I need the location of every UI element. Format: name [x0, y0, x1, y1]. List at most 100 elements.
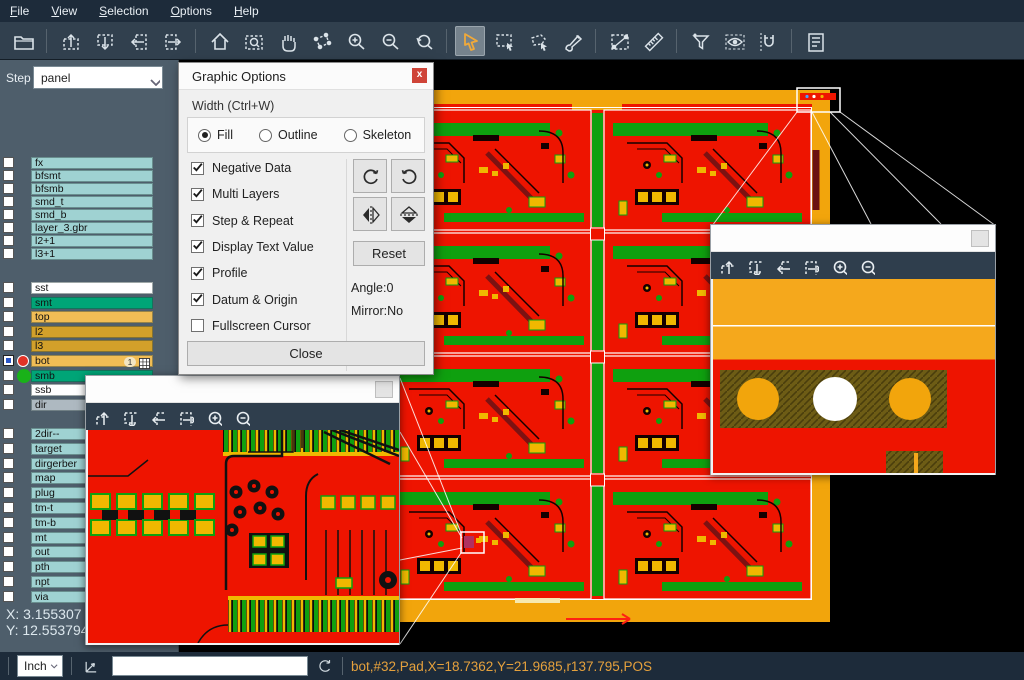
menu-view[interactable]: View — [51, 4, 77, 18]
rectangle-select-button[interactable] — [489, 26, 519, 56]
zoom-in-icon[interactable] — [829, 257, 847, 275]
checkbox-datum-origin[interactable]: Datum & Origin — [191, 291, 297, 309]
shift-view-right-button[interactable] — [157, 26, 187, 56]
layer-color-bar[interactable]: smd_b — [31, 209, 153, 221]
unit-dropdown[interactable]: Inch — [17, 655, 63, 677]
layer-checkbox[interactable] — [3, 311, 14, 322]
layer-row-l3[interactable]: l3 — [0, 340, 178, 352]
checkbox-negative-data[interactable]: Negative Data — [191, 159, 291, 177]
zoom-in-icon[interactable] — [204, 408, 222, 426]
shift-view-down-button[interactable] — [89, 26, 119, 56]
layer-checkbox[interactable] — [3, 399, 14, 410]
layer-checkbox[interactable] — [3, 561, 14, 572]
clean-brush-button[interactable] — [557, 26, 587, 56]
shift-left-icon[interactable] — [773, 257, 791, 275]
layer-color-bar[interactable]: l2 — [31, 326, 153, 338]
layer-checkbox[interactable] — [3, 170, 14, 181]
mirror-vertical-button[interactable] — [391, 197, 425, 231]
layer-color-bar[interactable]: top — [31, 311, 153, 323]
layer-checkbox[interactable] — [3, 370, 14, 381]
window-control-button[interactable] — [971, 230, 989, 247]
layer-row-smt[interactable]: smt — [0, 297, 178, 309]
layer-row-smd_t[interactable]: smd_t — [0, 196, 178, 208]
layer-row-smd_b[interactable]: smd_b — [0, 209, 178, 221]
layer-color-bar[interactable]: bfsmt — [31, 170, 153, 182]
layer-checkbox[interactable] — [3, 487, 14, 498]
layer-color-bar[interactable]: bfsmb — [31, 183, 153, 195]
layer-color-bar[interactable]: smd_t — [31, 196, 153, 208]
layer-color-bar[interactable]: layer_3.gbr — [31, 222, 153, 234]
layer-checkbox[interactable] — [3, 222, 14, 233]
radio-skeleton[interactable]: Skeleton — [344, 128, 412, 142]
checkbox-box[interactable] — [191, 214, 204, 227]
checkbox-multi-layers[interactable]: Multi Layers — [191, 185, 279, 203]
shift-view-up-button[interactable] — [55, 26, 85, 56]
checkbox-box[interactable] — [191, 293, 204, 306]
layer-checkbox[interactable] — [3, 196, 14, 207]
magnifier-window-right[interactable] — [710, 224, 996, 475]
checkbox-box[interactable] — [191, 240, 204, 253]
zoom-out-icon[interactable] — [232, 408, 250, 426]
layer-checkbox[interactable] — [3, 248, 14, 259]
layer-color-bar[interactable]: sst — [31, 282, 153, 294]
layer-row-l3+1[interactable]: l3+1 — [0, 248, 178, 260]
zoom-previous-button[interactable] — [408, 26, 438, 56]
layer-row-top[interactable]: top — [0, 311, 178, 323]
magnifier-title-bar[interactable] — [711, 225, 995, 252]
step-dropdown[interactable]: panel — [33, 66, 163, 89]
polygon-tool-button[interactable] — [306, 26, 336, 56]
view-options-button[interactable] — [719, 26, 749, 56]
checkbox-box[interactable] — [191, 162, 204, 175]
layer-checkbox[interactable] — [3, 591, 14, 602]
rotate-ccw-button[interactable] — [391, 159, 425, 193]
radio-outline[interactable]: Outline — [259, 128, 318, 142]
radio-fill[interactable]: Fill — [198, 128, 233, 142]
layer-checkbox[interactable] — [3, 532, 14, 543]
layer-checkbox[interactable] — [3, 297, 14, 308]
zoom-window-button[interactable] — [238, 26, 268, 56]
menu-options[interactable]: Options — [171, 4, 212, 18]
layer-checkbox[interactable] — [3, 502, 14, 513]
checkbox-step-repeat[interactable]: Step & Repeat — [191, 212, 293, 230]
menu-help[interactable]: Help — [234, 4, 259, 18]
dialog-close-icon[interactable]: x — [412, 68, 427, 83]
shift-up-icon[interactable] — [92, 408, 110, 426]
layer-row-bfsmb[interactable]: bfsmb — [0, 183, 178, 195]
layer-checkbox[interactable] — [3, 428, 14, 439]
layer-checkbox[interactable] — [3, 157, 14, 168]
menu-file[interactable]: File — [10, 4, 29, 18]
zoom-out-button[interactable] — [374, 26, 404, 56]
shift-left-icon[interactable] — [148, 408, 166, 426]
shift-down-icon[interactable] — [120, 408, 138, 426]
layer-color-bar[interactable]: l3 — [31, 340, 153, 352]
layer-checkbox[interactable] — [3, 443, 14, 454]
mirror-horizontal-button[interactable] — [353, 197, 387, 231]
magnifier-window-left[interactable] — [85, 375, 400, 645]
filter-button[interactable] — [685, 26, 715, 56]
layer-row-layer_3.gbr[interactable]: layer_3.gbr — [0, 222, 178, 234]
layer-checkbox[interactable] — [3, 384, 14, 395]
shift-view-left-button[interactable] — [123, 26, 153, 56]
close-button[interactable]: Close — [187, 341, 425, 366]
shift-right-icon[interactable] — [801, 257, 819, 275]
layer-row-bfsmt[interactable]: bfsmt — [0, 170, 178, 182]
angle-measure-icon[interactable] — [82, 656, 102, 676]
shift-up-icon[interactable] — [717, 257, 735, 275]
open-file-button[interactable] — [8, 26, 38, 56]
layer-row-l2+1[interactable]: l2+1 — [0, 235, 178, 247]
layer-row-l2[interactable]: l2 — [0, 326, 178, 338]
layer-checkbox[interactable] — [3, 340, 14, 351]
pan-button[interactable] — [272, 26, 302, 56]
menu-selection[interactable]: Selection — [99, 4, 148, 18]
layer-color-bar[interactable]: fx — [31, 157, 153, 169]
select-pointer-button[interactable] — [455, 26, 485, 56]
report-list-button[interactable] — [800, 26, 830, 56]
layer-checkbox[interactable] — [3, 326, 14, 337]
checkbox-display-text-value[interactable]: Display Text Value — [191, 238, 314, 256]
layer-row-bot[interactable]: bot1 — [0, 355, 178, 367]
zoom-out-icon[interactable] — [857, 257, 875, 275]
layer-checkbox[interactable] — [3, 355, 14, 366]
checkbox-fullscreen-cursor[interactable]: Fullscreen Cursor — [191, 317, 311, 335]
reset-button[interactable]: Reset — [353, 241, 425, 266]
layer-checkbox[interactable] — [3, 576, 14, 587]
